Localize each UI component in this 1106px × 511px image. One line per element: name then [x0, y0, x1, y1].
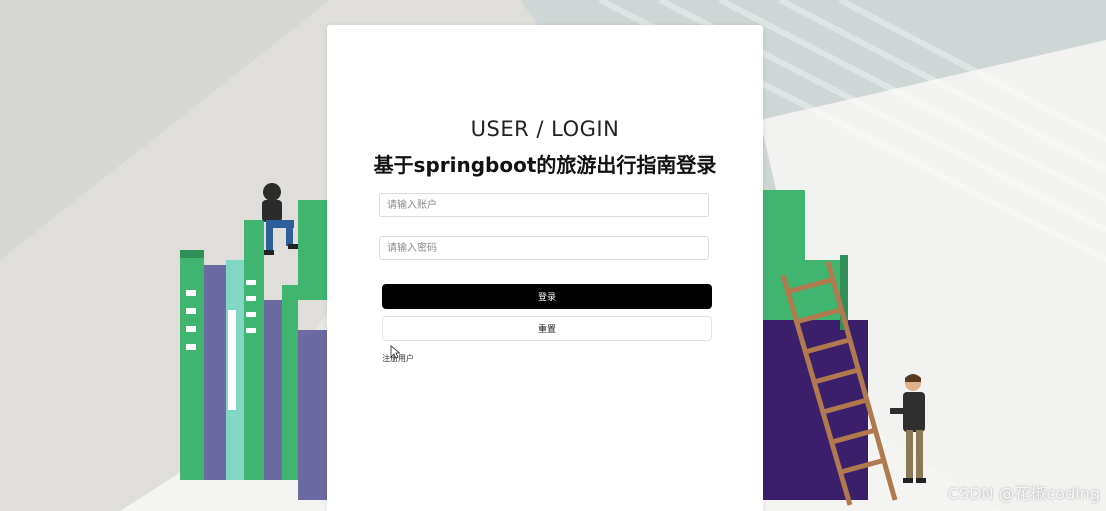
login-card: USER / LOGIN 基于springboot的旅游出行指南登录 登录 重置…: [327, 25, 763, 511]
login-title-cn: 基于springboot的旅游出行指南登录: [373, 153, 717, 177]
login-title-en: USER / LOGIN: [470, 117, 620, 141]
login-button[interactable]: 登录: [382, 284, 712, 309]
reset-button-label: 重置: [537, 325, 556, 335]
account-input[interactable]: [379, 193, 709, 217]
mouse-cursor-icon: [390, 345, 400, 359]
reset-button[interactable]: 重置: [382, 316, 712, 341]
login-button-label: 登录: [537, 293, 556, 303]
password-input[interactable]: [379, 236, 709, 260]
watermark-text: CSDN @花椒coding: [947, 484, 1100, 503]
login-page: USER / LOGIN 基于springboot的旅游出行指南登录 登录 重置…: [0, 0, 1106, 511]
